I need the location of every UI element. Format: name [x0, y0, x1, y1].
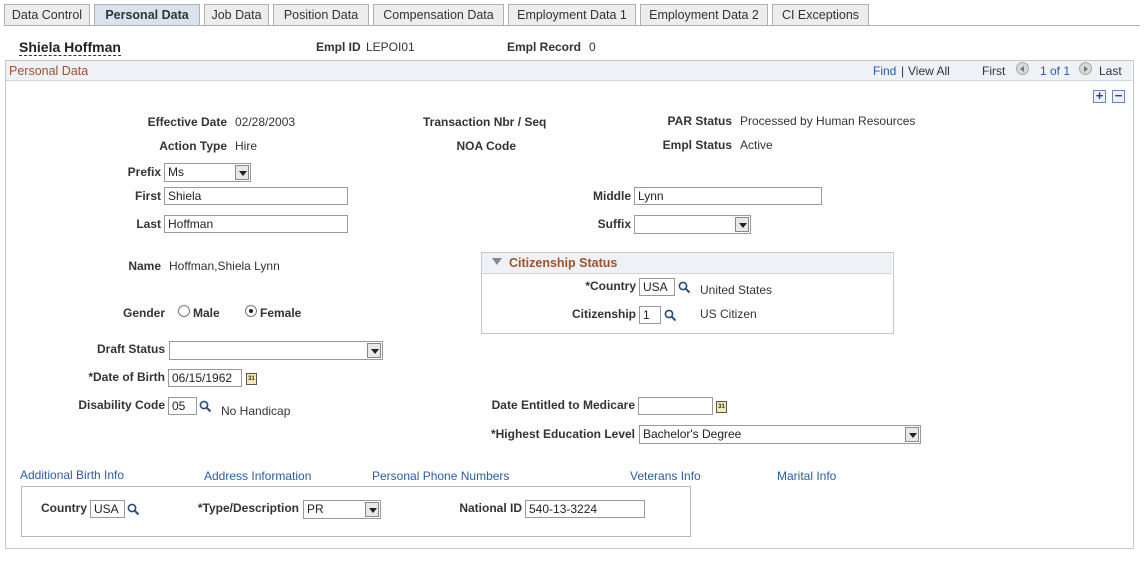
national-id-label: National ID: [459, 501, 522, 515]
citizenship-input[interactable]: 1: [639, 306, 661, 324]
separator: |: [901, 64, 905, 78]
type-description-select[interactable]: PR: [303, 500, 381, 519]
prefix-select[interactable]: Ms: [164, 163, 251, 182]
last-label: Last: [1099, 64, 1122, 78]
chevron-down-icon: [735, 217, 749, 232]
find-link[interactable]: Find: [873, 64, 896, 78]
par-status-label: PAR Status: [667, 114, 732, 128]
personal-phone-numbers-link[interactable]: Personal Phone Numbers: [372, 469, 509, 483]
empl-record-label: Empl Record: [507, 40, 582, 54]
prefix-select-value: Ms: [168, 165, 184, 179]
section-title: Personal Data: [9, 64, 89, 78]
empl-status-value: Active: [740, 138, 773, 152]
first-name-input[interactable]: Shiela: [164, 187, 348, 205]
middle-name-label: Middle: [593, 189, 631, 203]
empl-id-label: Empl ID: [316, 40, 361, 54]
middle-name-input[interactable]: Lynn: [634, 187, 822, 205]
education-level-select[interactable]: Bachelor's Degree: [639, 425, 921, 444]
citizenship-label: Citizenship: [571, 307, 636, 321]
suffix-label: Suffix: [597, 217, 631, 231]
type-description-value: PR: [307, 502, 324, 516]
veterans-info-link[interactable]: Veterans Info: [630, 469, 701, 483]
gender-female-label: Female: [260, 306, 302, 320]
tab-employment-data-1[interactable]: Employment Data 1: [508, 4, 636, 25]
national-country-label: Country: [41, 501, 87, 515]
citizenship-country-input[interactable]: USA: [639, 278, 675, 296]
empl-status-label: Empl Status: [662, 138, 732, 152]
citizenship-title: Citizenship Status: [509, 256, 618, 270]
tab-employment-data-2[interactable]: Employment Data 2: [640, 4, 768, 25]
gender-female-radio[interactable]: [245, 305, 257, 317]
disability-code-label: Disability Code: [78, 398, 165, 412]
suffix-select[interactable]: [634, 215, 751, 234]
section-header-bar: [6, 61, 1132, 81]
tab-ci-exceptions[interactable]: CI Exceptions: [772, 4, 869, 25]
par-status-value: Processed by Human Resources: [740, 114, 916, 128]
chevron-down-icon: [365, 502, 379, 517]
gender-male-label: Male: [193, 306, 220, 320]
action-type-label: Action Type: [159, 139, 227, 153]
date-of-birth-input[interactable]: 06/15/1962: [168, 369, 242, 387]
medicare-date-label: Date Entitled to Medicare: [491, 398, 635, 412]
first-label: First: [982, 64, 1006, 78]
disability-code-input[interactable]: 05: [168, 397, 197, 415]
prev-icon[interactable]: [1016, 62, 1029, 75]
collapse-triangle-icon[interactable]: [492, 258, 502, 265]
add-row-icon[interactable]: +: [1093, 89, 1106, 103]
marital-info-link[interactable]: Marital Info: [777, 469, 836, 483]
calendar-icon[interactable]: 31: [246, 373, 257, 385]
education-level-value: Bachelor's Degree: [643, 427, 742, 441]
medicare-date-input[interactable]: [638, 397, 713, 415]
tab-data-control[interactable]: Data Control: [4, 4, 90, 25]
chevron-down-icon: [235, 165, 249, 180]
pagination-text: 1 of 1: [1040, 64, 1071, 78]
national-id-input[interactable]: 540-13-3224: [525, 500, 645, 518]
citizenship-desc: US Citizen: [700, 307, 757, 321]
next-icon[interactable]: [1079, 62, 1092, 75]
name-label: Name: [128, 259, 161, 273]
calendar-icon[interactable]: 31: [716, 401, 727, 413]
citizenship-country-label: *Country: [585, 279, 636, 293]
effective-date-value: 02/28/2003: [235, 115, 296, 129]
last-name-input[interactable]: Hoffman: [164, 215, 348, 233]
transaction-label: Transaction Nbr / Seq: [423, 115, 547, 129]
search-icon[interactable]: [678, 281, 691, 294]
tab-job-data[interactable]: Job Data: [204, 4, 269, 25]
address-information-link[interactable]: Address Information: [204, 469, 311, 483]
education-level-label: *Highest Education Level: [490, 427, 635, 441]
chevron-down-icon: [905, 427, 919, 442]
national-country-input[interactable]: USA: [90, 500, 125, 518]
first-name-label: First: [134, 189, 161, 203]
date-of-birth-label: *Date of Birth: [88, 370, 165, 384]
additional-birth-info-link[interactable]: Additional Birth Info: [20, 468, 124, 482]
empl-id-value: LEPOI01: [366, 40, 415, 54]
view-all-link[interactable]: View All: [908, 64, 950, 78]
name-value: Hoffman,Shiela Lynn: [169, 259, 280, 273]
effective-date-label: Effective Date: [147, 115, 227, 129]
type-description-label: *Type/Description: [197, 501, 299, 515]
employee-name: Shiela Hoffman: [19, 39, 121, 56]
search-icon[interactable]: [199, 400, 212, 413]
prefix-label: Prefix: [127, 165, 161, 179]
search-icon[interactable]: [664, 309, 677, 322]
disability-desc: No Handicap: [221, 404, 291, 418]
tab-personal-data[interactable]: Personal Data: [94, 4, 200, 25]
tab-position-data[interactable]: Position Data: [273, 4, 369, 25]
gender-male-radio[interactable]: [178, 305, 190, 317]
draft-status-select[interactable]: [169, 341, 383, 360]
remove-row-icon[interactable]: −: [1112, 89, 1125, 103]
citizenship-country-desc: United States: [700, 283, 773, 297]
search-icon[interactable]: [127, 503, 140, 516]
gender-label: Gender: [122, 306, 165, 320]
empl-record-value: 0: [589, 40, 596, 54]
last-name-label: Last: [136, 217, 161, 231]
noa-code-label: NOA Code: [456, 139, 516, 153]
draft-status-label: Draft Status: [96, 342, 165, 356]
chevron-down-icon: [367, 343, 381, 358]
tab-underline: [4, 25, 1140, 26]
tab-compensation-data[interactable]: Compensation Data: [373, 4, 504, 25]
action-type-value: Hire: [235, 139, 258, 153]
